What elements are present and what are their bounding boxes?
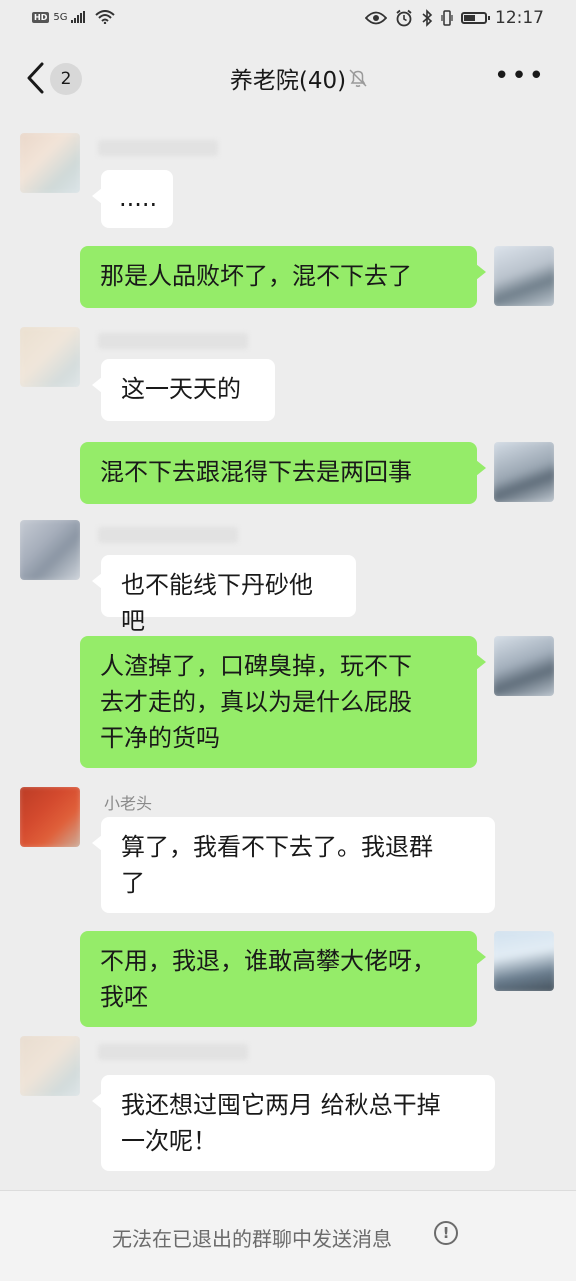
sender-name bbox=[98, 1044, 248, 1060]
hd-indicator: HD bbox=[32, 11, 50, 23]
message-bubble-outgoing[interactable]: 那是人品败坏了，混不下去了 bbox=[80, 246, 486, 308]
avatar[interactable] bbox=[494, 246, 554, 306]
chat-title[interactable]: 养老院(40) bbox=[0, 61, 576, 95]
avatar[interactable] bbox=[20, 787, 80, 847]
network-type: 5G bbox=[53, 11, 68, 23]
avatar[interactable] bbox=[20, 133, 80, 193]
alarm-icon bbox=[396, 9, 412, 27]
status-bar: HD 5G 12:17 bbox=[0, 0, 576, 38]
message-bubble-incoming[interactable]: 也不能线下丹砂他吧 bbox=[92, 555, 356, 635]
mute-bell-icon bbox=[349, 69, 367, 87]
message-bubble-incoming[interactable]: 这一天天的 bbox=[92, 359, 275, 421]
avatar[interactable] bbox=[20, 1036, 80, 1096]
info-icon[interactable]: ! bbox=[434, 1221, 458, 1245]
sender-name bbox=[98, 333, 248, 349]
sender-name: 小老头 bbox=[104, 794, 153, 813]
message-bubble-incoming[interactable]: ..... bbox=[92, 170, 173, 228]
avatar[interactable] bbox=[20, 327, 80, 387]
more-options-icon[interactable]: ••• bbox=[494, 63, 546, 89]
input-disabled-bar: 无法在已退出的群聊中发送消息 ! bbox=[0, 1190, 576, 1281]
signal-icon bbox=[71, 11, 86, 23]
avatar[interactable] bbox=[494, 442, 554, 502]
chat-header: 2 养老院(40) ••• bbox=[0, 38, 576, 118]
avatar[interactable] bbox=[20, 520, 80, 580]
battery-icon bbox=[461, 12, 490, 24]
message-bubble-outgoing[interactable]: 不用，我退，谁敢高攀大佬呀， 我呸 bbox=[80, 931, 486, 1027]
sender-name bbox=[98, 527, 238, 543]
sender-name bbox=[98, 140, 218, 156]
message-bubble-outgoing[interactable]: 人渣掉了，口碑臭掉，玩不下 去才走的，真以为是什么屁股 干净的货吗 bbox=[80, 636, 486, 768]
wifi-icon bbox=[95, 10, 116, 24]
bluetooth-icon bbox=[422, 9, 433, 27]
message-bubble-incoming[interactable]: 算了，我看不下去了。我退群 了 bbox=[92, 817, 495, 913]
clock: 12:17 bbox=[495, 8, 544, 28]
left-group-notice: 无法在已退出的群聊中发送消息 bbox=[112, 1227, 392, 1251]
eye-icon bbox=[365, 11, 387, 25]
avatar[interactable] bbox=[494, 636, 554, 696]
message-bubble-incoming[interactable]: 我还想过囤它两月 给秋总干掉 一次呢！ bbox=[92, 1075, 495, 1171]
vibrate-icon bbox=[441, 10, 453, 26]
avatar[interactable] bbox=[494, 931, 554, 991]
message-bubble-outgoing[interactable]: 混不下去跟混得下去是两回事 bbox=[80, 442, 486, 504]
